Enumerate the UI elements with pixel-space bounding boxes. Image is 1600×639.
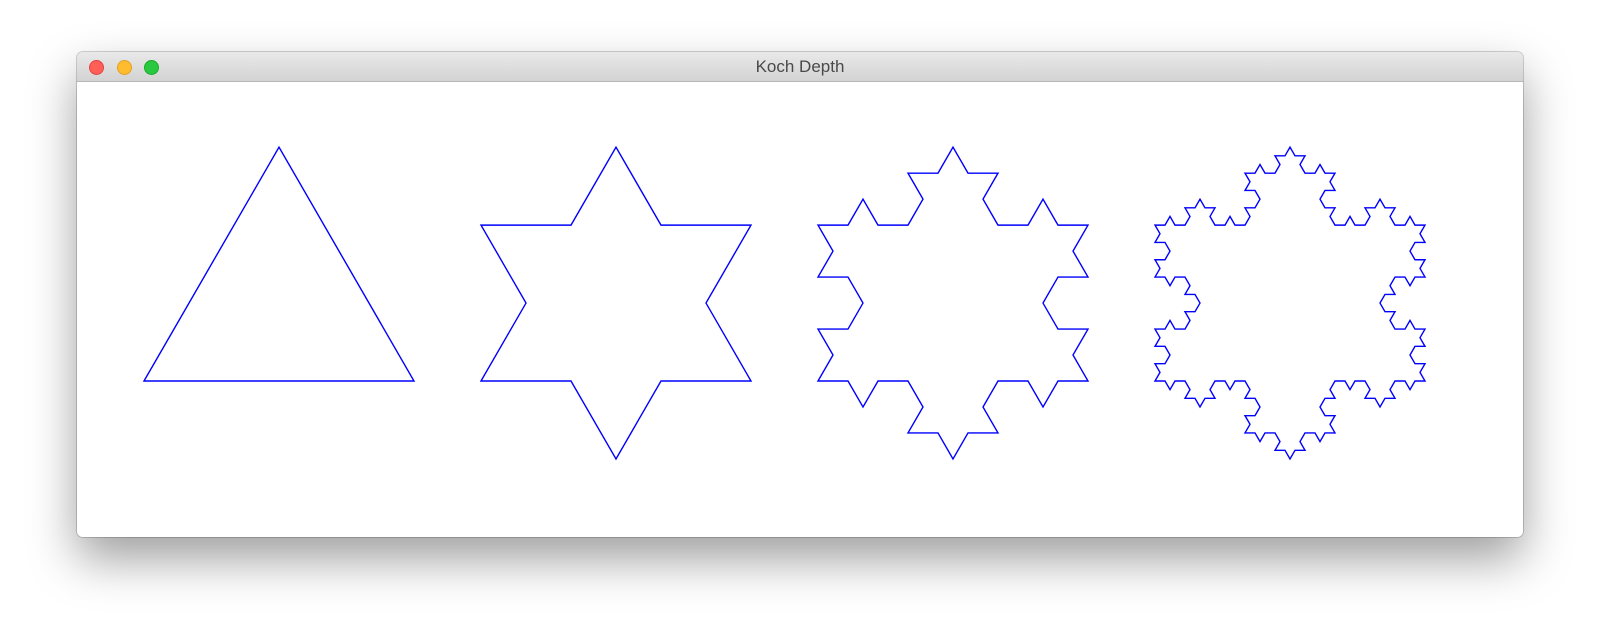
window-title: Koch Depth: [755, 57, 845, 76]
title-bar[interactable]: Koch Depth: [77, 52, 1523, 82]
drawing-canvas: [77, 82, 1523, 537]
koch-snowflake-depth-2: [816, 145, 1090, 461]
koch-snowflake-depth-1: [479, 145, 753, 461]
app-window: Koch Depth: [77, 52, 1523, 537]
koch-drawing: [142, 145, 1427, 461]
koch-snowflake-depth-3: [1153, 145, 1427, 461]
koch-snowflake-depth-0: [142, 145, 416, 382]
